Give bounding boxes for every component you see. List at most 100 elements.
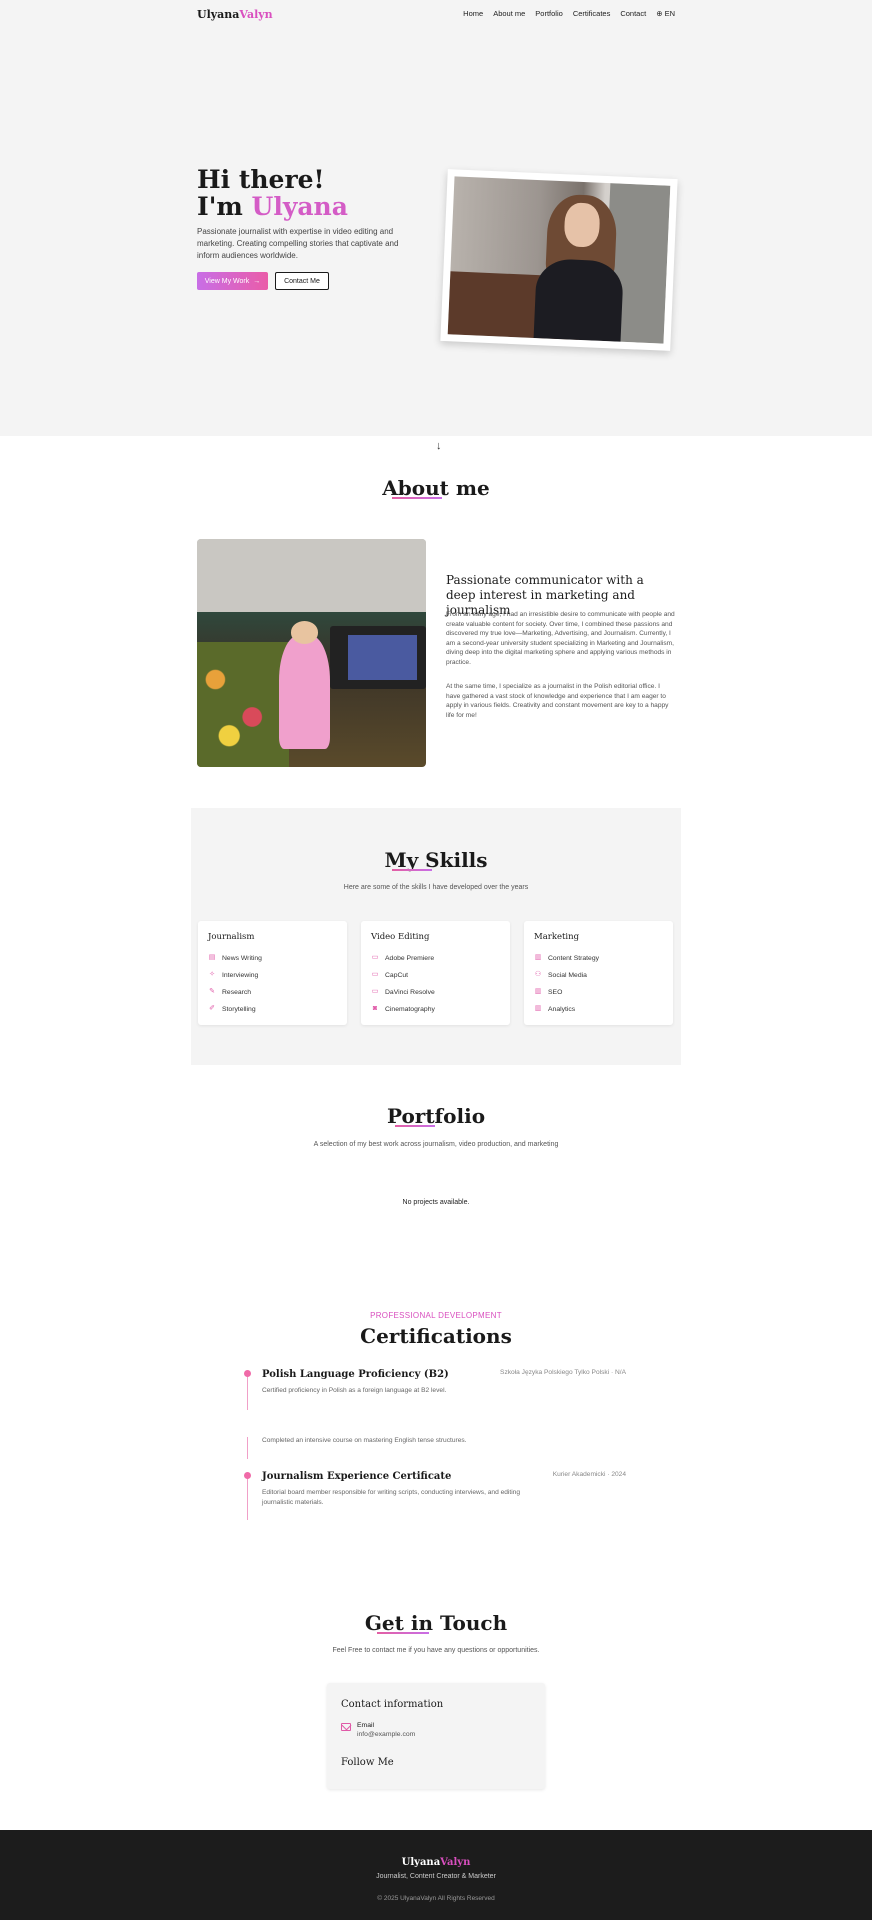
skill-label: News Writing <box>222 954 262 962</box>
skill-card-title: Marketing <box>534 932 580 942</box>
portfolio-title-underline <box>395 1125 435 1127</box>
language-label: EN <box>664 9 675 18</box>
timeline-dot <box>244 1472 251 1479</box>
arrow-down-icon[interactable]: ↓ <box>436 440 442 452</box>
skill-item: ▭ Adobe Premiere <box>371 954 434 962</box>
timeline-line <box>247 1476 248 1520</box>
nav-link-portfolio[interactable]: Portfolio <box>535 9 563 18</box>
footer-logo-second: Valyn <box>440 1857 471 1868</box>
skills-title-underline <box>392 869 432 871</box>
camera-icon: ◙ <box>372 1005 378 1012</box>
contact-title-underline <box>377 1632 429 1634</box>
contact-title: Get in Touch <box>364 1611 508 1635</box>
skill-card-marketing: Marketing ▥ Content Strategy ⚇ Social Medi… <box>524 921 673 1025</box>
about-paragraph-2: At the same time, I specialize as a jour… <box>446 683 669 719</box>
skill-item: ⚇ Social Media <box>534 971 587 979</box>
certifications-title: Certifications <box>360 1324 512 1348</box>
sparkle-icon: ✧ <box>209 971 215 978</box>
nav-links: Home About me Portfolio Certificates Con… <box>463 9 675 18</box>
certifications-kicker: PROFESSIONAL DEVELOPMENT <box>370 1311 502 1320</box>
hero-section: Hi there! I'm Ulyana Passionate journali… <box>0 28 872 452</box>
contact-subtitle: Feel Free to contact me if you have any … <box>332 1647 540 1654</box>
bar-chart-icon: ▥ <box>534 988 542 995</box>
skill-item: ▭ CapCut <box>371 971 408 979</box>
skill-label: Content Strategy <box>548 954 600 962</box>
skill-label: Analytics <box>548 1005 576 1013</box>
skill-label: Social Media <box>548 971 587 979</box>
timeline-line <box>247 1437 248 1459</box>
contact-card: Contact information Email info@example.c… <box>327 1683 545 1789</box>
language-switcher[interactable]: ⊕ EN <box>656 9 675 18</box>
cert-title: Journalism Experience Certificate <box>262 1471 452 1482</box>
follow-me-title: Follow Me <box>341 1757 394 1768</box>
email-label: Email <box>357 1722 374 1729</box>
hero-name: Ulyana <box>251 192 348 221</box>
portfolio-title: Portfolio <box>386 1104 486 1128</box>
hero-photo-image <box>447 176 671 344</box>
footer-logo: UlyanaValyn <box>0 1857 872 1868</box>
contact-info-title: Contact information <box>341 1699 444 1710</box>
skill-label: Research <box>222 988 252 996</box>
view-my-work-label: View My Work <box>204 277 250 285</box>
about-title-underline <box>392 497 442 499</box>
skill-item: ✐ Storytelling <box>208 1005 256 1013</box>
site-logo[interactable]: UlyanaValyn <box>197 8 273 21</box>
cert-description: Certified proficiency in Polish as a for… <box>262 1387 447 1394</box>
view-my-work-button[interactable]: View My Work → <box>197 272 268 290</box>
skill-item: ✎ Research <box>208 988 251 996</box>
nav-link-certificates[interactable]: Certificates <box>573 9 611 18</box>
skill-card-title: Video Editing <box>371 932 430 942</box>
bar-chart-icon: ▥ <box>534 1005 542 1012</box>
pencil-icon: ✐ <box>209 1005 215 1012</box>
skill-label: DaVinci Resolve <box>385 988 435 996</box>
skill-label: SEO <box>548 988 563 996</box>
skill-card-video-editing: Video Editing ▭ Adobe Premiere ▭ CapCut ▭ D… <box>361 921 510 1025</box>
nav-link-home[interactable]: Home <box>463 9 483 18</box>
pen-icon: ✎ <box>209 988 215 995</box>
skills-title: My Skills <box>384 848 488 872</box>
footer-logo-first: Ulyana <box>401 1857 441 1868</box>
hero-description: Passionate journalist with expertise in … <box>197 227 399 260</box>
footer-copyright: © 2025 UlyanaValyn All Rights Reserved <box>377 1895 495 1902</box>
skill-item: ◙ Cinematography <box>371 1005 435 1013</box>
nav-link-contact[interactable]: Contact <box>620 9 646 18</box>
logo-second: Valyn <box>239 8 273 21</box>
skill-label: Interviewing <box>222 971 259 979</box>
video-icon: ▭ <box>371 988 379 995</box>
email-link[interactable]: info@example.com <box>357 1731 415 1738</box>
hero-greeting: Hi there! <box>197 165 325 194</box>
nav-link-about[interactable]: About me <box>493 9 525 18</box>
video-icon: ▭ <box>371 971 379 978</box>
skills-subtitle: Here are some of the skills I have devel… <box>343 884 529 891</box>
skill-item: ▥ SEO <box>534 988 563 996</box>
newspaper-icon: ▤ <box>208 954 216 961</box>
skill-label: Adobe Premiere <box>385 954 435 962</box>
portfolio-subtitle: A selection of my best work across journ… <box>313 1141 559 1148</box>
contact-me-button[interactable]: Contact Me <box>275 272 329 290</box>
about-paragraph-1: From an early age, I had an irresistible… <box>446 611 675 666</box>
no-projects-message: No projects available. <box>402 1199 470 1206</box>
timeline-line <box>247 1374 248 1410</box>
skill-item: ▤ News Writing <box>208 954 262 962</box>
skill-item: ▥ Analytics <box>534 1005 576 1013</box>
skill-card-title: Journalism <box>208 932 255 942</box>
cert-description: Completed an intensive course on masteri… <box>262 1437 467 1444</box>
about-photo <box>197 539 426 767</box>
hero-im: I'm <box>197 192 243 221</box>
timeline-dot <box>244 1370 251 1377</box>
skill-label: Cinematography <box>385 1005 435 1013</box>
arrow-right-icon: → <box>253 277 261 285</box>
bar-chart-icon: ▥ <box>534 954 542 961</box>
cert-description: Editorial board member responsible for w… <box>262 1489 521 1506</box>
skill-label: Storytelling <box>222 1005 256 1013</box>
footer: UlyanaValyn Journalist, Content Creator … <box>0 1830 872 1920</box>
cert-meta: Szkoła Języka Polskiego Tylko Polski · N… <box>500 1369 626 1376</box>
skill-item: ▭ DaVinci Resolve <box>371 988 435 996</box>
skill-label: CapCut <box>385 971 409 979</box>
skill-card-journalism: Journalism ▤ News Writing ✧ Interviewing ✎… <box>198 921 347 1025</box>
cert-title: Polish Language Proficiency (B2) <box>262 1369 449 1380</box>
cert-meta: Kurier Akademicki · 2024 <box>552 1471 626 1478</box>
skill-item: ✧ Interviewing <box>208 971 258 979</box>
footer-tagline: Journalist, Content Creator & Marketer <box>376 1873 496 1880</box>
hero-title: Hi there! I'm Ulyana <box>197 166 348 220</box>
